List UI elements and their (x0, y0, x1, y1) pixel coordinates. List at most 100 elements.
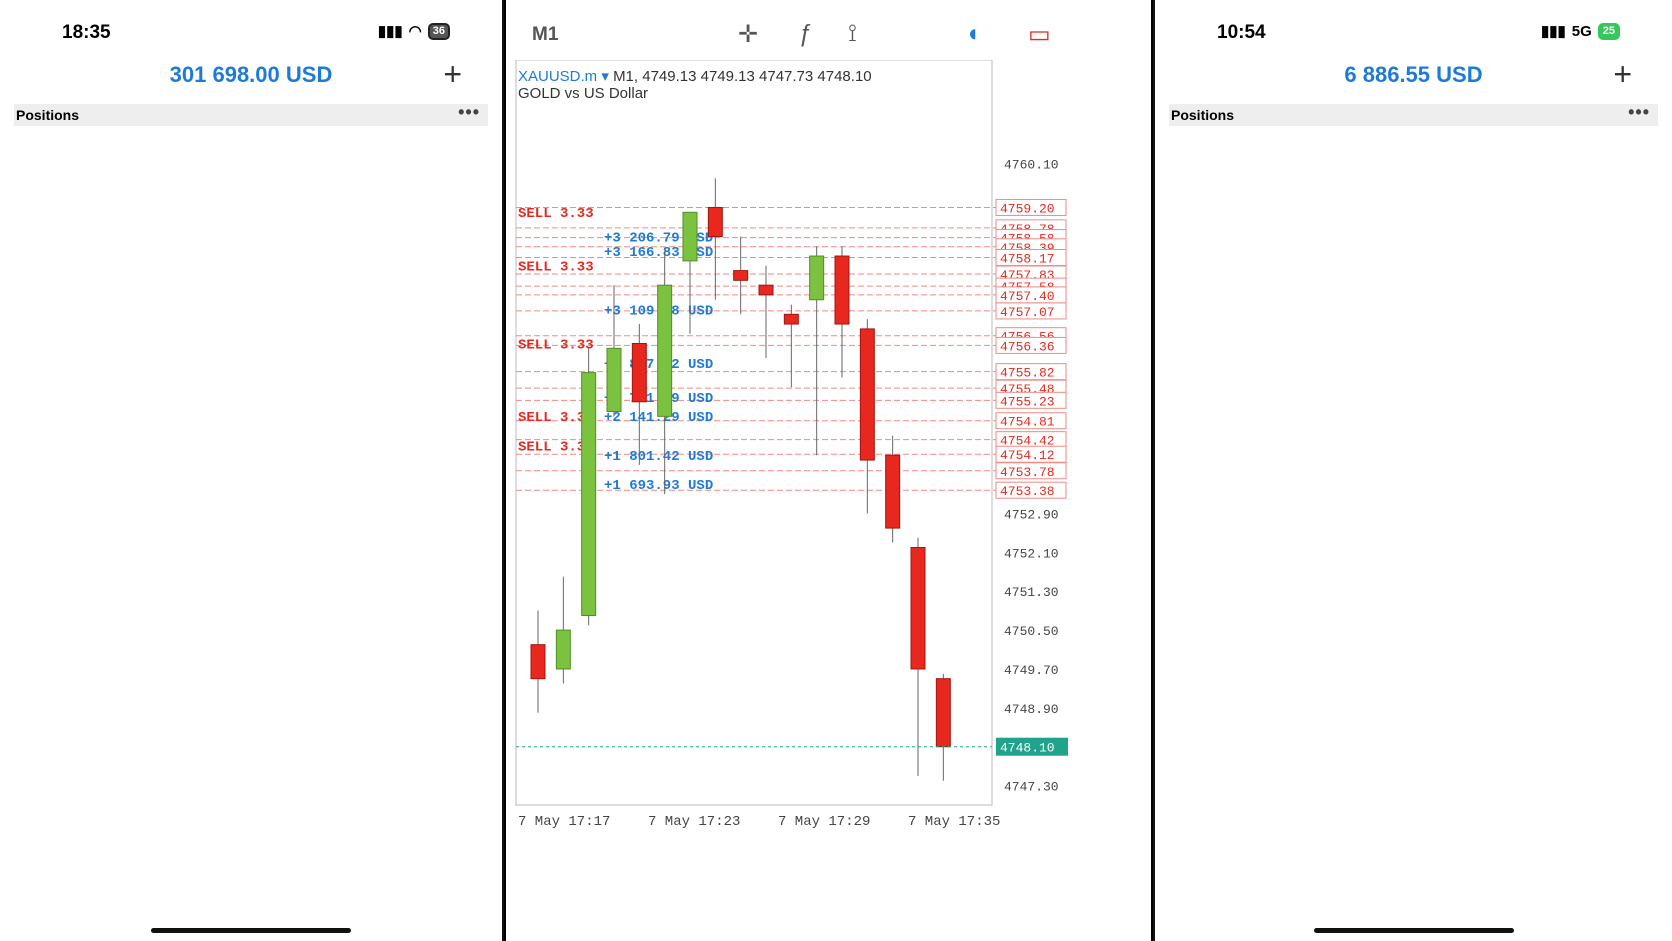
chart-screen: M1 ✛ ƒ ⟟ ◐ ▭ 4759.204758.784758.584758.3… (506, 0, 1151, 941)
symbol-dropdown-icon[interactable]: ▾ (597, 68, 613, 85)
candle-body (885, 454, 901, 529)
tab-trade[interactable] (1373, 853, 1453, 911)
tab-settings[interactable] (1580, 853, 1660, 911)
candle-body (758, 284, 774, 296)
position-row[interactable] (0, 574, 502, 630)
trade-icon (1373, 853, 1453, 885)
y-tick-label: 4749.70 (1004, 663, 1059, 678)
account-balance: 301 698.00 USD (169, 62, 333, 87)
tab-trade[interactable] (211, 853, 291, 911)
position-row[interactable] (0, 238, 502, 294)
battery-icon: 25 (1597, 22, 1620, 40)
y-tick-label: 4752.10 (1004, 546, 1059, 561)
history-icon (311, 853, 391, 885)
status-time: 18:35 (62, 22, 111, 43)
status-time: 10:54 (1217, 22, 1266, 43)
position-row[interactable] (1155, 462, 1672, 518)
candle-body (707, 206, 723, 238)
candle-body (581, 372, 597, 617)
position-row[interactable] (0, 126, 502, 182)
position-row[interactable] (1155, 574, 1672, 630)
position-row[interactable] (1155, 798, 1672, 854)
more-options-icon[interactable]: ••• (1628, 102, 1650, 123)
position-row[interactable] (0, 182, 502, 238)
y-tick-label: 4748.90 (1004, 702, 1059, 717)
tab-chart[interactable] (650, 887, 750, 935)
position-row[interactable] (1155, 518, 1672, 574)
indicators-icon[interactable]: ƒ (798, 20, 811, 48)
tab-history[interactable] (1477, 853, 1557, 911)
new-order-plus-icon[interactable]: + (1613, 58, 1632, 90)
tab-quotes[interactable] (521, 887, 621, 935)
signal-icon: ▮▮▮ (377, 23, 403, 40)
position-row[interactable] (0, 406, 502, 462)
position-row[interactable] (1155, 406, 1672, 462)
new-order-plus-icon[interactable]: + (443, 58, 462, 90)
tab-quotes[interactable] (10, 853, 90, 911)
position-row[interactable] (1155, 686, 1672, 742)
position-row[interactable] (0, 518, 502, 574)
tab-settings[interactable] (412, 853, 492, 911)
candle-body (631, 342, 647, 403)
tab-history[interactable] (908, 887, 1008, 935)
y-tick-label: 4760.10 (1004, 158, 1059, 173)
quotes-icon (1167, 853, 1247, 885)
position-row[interactable] (1155, 126, 1672, 182)
history-icon (908, 887, 1008, 919)
tab-chart[interactable] (111, 853, 191, 911)
position-row[interactable] (0, 462, 502, 518)
tab-chart[interactable] (1270, 853, 1350, 911)
more-options-icon[interactable]: ••• (458, 102, 480, 123)
current-price-label: 4748.10 (1000, 741, 1055, 756)
position-row[interactable] (1155, 182, 1672, 238)
home-indicator (1313, 928, 1514, 933)
trade-icon (211, 853, 291, 885)
chart-toolbar: M1 ✛ ƒ ⟟ ◐ ▭ (506, 18, 1151, 52)
one-click-trading-icon[interactable]: ▭ (1028, 20, 1051, 49)
position-overlay-label: SELL 3.33 (518, 337, 594, 353)
position-price-label: 4758.17 (1000, 251, 1055, 266)
position-row[interactable] (0, 798, 502, 854)
positions-header: Positions ••• (14, 102, 488, 126)
status-bar: 18:35 ▮▮▮ ◠ 36 (0, 22, 502, 46)
position-row[interactable] (1155, 742, 1672, 798)
position-overlay-label: SELL 3.33 (518, 206, 594, 222)
gear-icon (1580, 853, 1660, 885)
x-tick-label: 7 May 17:29 (778, 814, 870, 830)
position-row[interactable] (1155, 294, 1672, 350)
position-row[interactable] (0, 350, 502, 406)
tab-quotes[interactable] (1167, 853, 1247, 911)
position-row[interactable] (1155, 238, 1672, 294)
ohlc-readout: M1, 4749.13 4749.13 4747.73 4748.10 (613, 68, 872, 85)
position-row[interactable] (0, 686, 502, 742)
system-icons: ▮▮▮ ◠ 36 (378, 22, 450, 40)
candle-body (657, 284, 673, 417)
timeframe-button[interactable]: M1 (532, 24, 558, 46)
tab-history[interactable] (311, 853, 391, 911)
position-price-label: 4754.81 (1000, 415, 1055, 430)
position-row[interactable] (0, 742, 502, 798)
tab-trade[interactable] (779, 887, 879, 935)
x-tick-label: 7 May 17:17 (518, 814, 610, 830)
position-row[interactable] (0, 294, 502, 350)
candle-body (606, 347, 622, 412)
candle-body (682, 211, 698, 262)
candle-body (910, 547, 926, 670)
position-row[interactable] (0, 630, 502, 686)
objects-icon[interactable]: ⟟ (848, 20, 857, 48)
trade-toggle-icon[interactable]: ◐ (968, 20, 983, 48)
candle-body (783, 313, 799, 325)
positions-list (0, 126, 502, 854)
position-row[interactable] (1155, 630, 1672, 686)
crosshair-icon[interactable]: ✛ (738, 20, 758, 49)
candlestick-chart[interactable]: 4759.204758.784758.584758.394758.174757.… (506, 60, 1151, 830)
chart-symbol[interactable]: XAUUSD.m (518, 68, 597, 85)
candle-body (530, 644, 546, 680)
left-trade-screen: 18:35 ▮▮▮ ◠ 36 301 698.00 USD + Position… (0, 0, 504, 941)
positions-title: Positions (1171, 107, 1235, 123)
tab-settings[interactable] (1037, 887, 1137, 935)
y-tick-label: 4752.90 (1004, 508, 1059, 523)
candle-body (733, 270, 749, 281)
y-tick-label: 4751.30 (1004, 585, 1059, 600)
position-row[interactable] (1155, 350, 1672, 406)
